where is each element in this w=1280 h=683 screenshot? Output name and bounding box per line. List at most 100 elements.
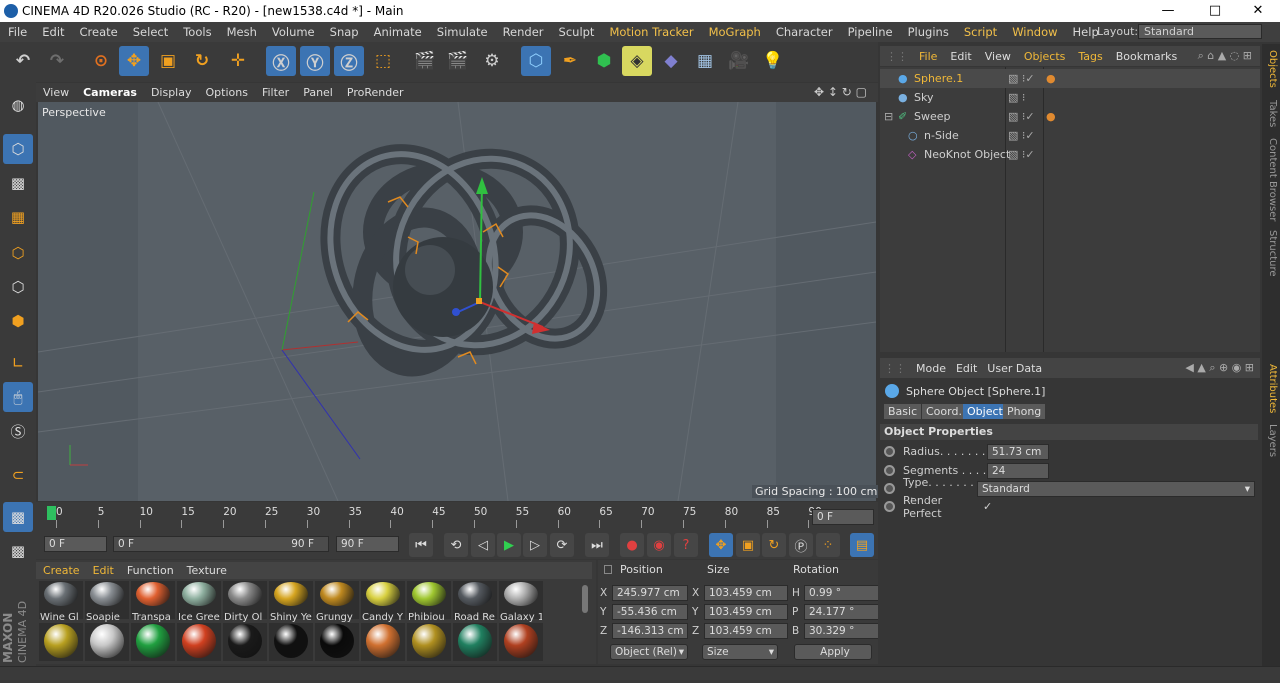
frame-range-slider[interactable]: 0 F 90 F [113, 536, 329, 552]
material-swatch[interactable] [269, 623, 313, 661]
light-object-icon[interactable]: 💡 [758, 46, 788, 76]
redo-icon[interactable]: ↷ [42, 46, 72, 76]
pen-spline-icon[interactable]: ✒ [555, 46, 585, 76]
move-tool-icon[interactable]: ✥ [119, 46, 149, 76]
next-frame-icon[interactable]: ▷ [523, 533, 547, 557]
3d-viewport[interactable] [38, 102, 876, 501]
end-frame-field[interactable]: 90 F [336, 536, 399, 552]
subdivision-surface-icon[interactable]: ⬢ [589, 46, 619, 76]
side-tab-layers[interactable]: Layers [1264, 424, 1278, 457]
visibility-toggle[interactable]: ▧ ⁝✓ [1008, 110, 1035, 123]
objects-menu-file[interactable]: File [914, 50, 945, 63]
visibility-toggle[interactable]: ▧ ⁝ [1008, 91, 1025, 104]
magnet-icon[interactable]: ⊂ [3, 460, 33, 490]
menu-select[interactable]: Select [125, 25, 175, 39]
menu-character[interactable]: Character [768, 25, 840, 39]
object-row-sphere[interactable]: ● Sphere.1 ▧ ⁝✓ ● [880, 69, 1260, 88]
render-picture-viewer-icon[interactable]: 🎬 [443, 46, 473, 76]
menu-script[interactable]: Script [956, 25, 1004, 39]
search-icon[interactable]: ⌕ ⌂ ▲ ◌ ⊞ [1193, 49, 1260, 63]
material-menu-texture[interactable]: Texture [180, 564, 233, 577]
record-parameter-icon[interactable]: Ⓟ [789, 533, 813, 557]
viewport-nav-icons[interactable]: ✥ ↕ ↻ ▢ [814, 85, 867, 99]
objects-menu-tags[interactable]: Tags [1073, 50, 1110, 63]
gizmo-center[interactable] [476, 298, 482, 304]
material-swatch[interactable] [177, 623, 221, 661]
menu-motion-tracker[interactable]: Motion Tracker [601, 25, 700, 39]
transform-tool-icon[interactable]: ✛ [223, 46, 253, 76]
maximize-button[interactable]: □ [1193, 1, 1237, 21]
keyframe-selection-icon[interactable]: ? [674, 533, 698, 557]
play-forward-icon[interactable]: ▶ [497, 533, 521, 557]
menu-animate[interactable]: Animate [366, 25, 429, 39]
material-menu-edit[interactable]: Edit [86, 564, 120, 577]
side-tab-attributes[interactable]: Attributes [1264, 364, 1278, 413]
attr-menu-edit[interactable]: Edit [952, 362, 983, 375]
material-menu-create[interactable]: Create [36, 564, 86, 577]
material-swatch[interactable]: Phibiou [407, 581, 451, 623]
rotation-h-field[interactable]: 0.99 ° [804, 585, 880, 601]
material-menu-function[interactable]: Function [120, 564, 180, 577]
coord-mode-select[interactable]: Object (Rel) ▾ [610, 644, 688, 660]
render-settings-icon[interactable]: ⚙ [477, 46, 507, 76]
y-axis-lock-icon[interactable]: Ⓨ [300, 46, 330, 76]
size-x-field[interactable]: 103.459 cm [704, 585, 788, 601]
menu-edit[interactable]: Edit [34, 25, 71, 39]
record-scale-icon[interactable]: ▣ [736, 533, 760, 557]
object-row-nside[interactable]: ○ n-Side ▧ ⁝✓ [880, 126, 1260, 145]
menu-mograph[interactable]: MoGraph [701, 25, 768, 39]
object-row-sweep[interactable]: ⊟ ✐ Sweep ▧ ⁝✓ ● [880, 107, 1260, 126]
material-swatch[interactable] [39, 623, 83, 661]
menu-render[interactable]: Render [495, 25, 551, 39]
side-tab-objects[interactable]: Objects [1264, 50, 1278, 88]
radius-field[interactable]: 51.73 cm [987, 443, 1049, 460]
material-swatch[interactable] [315, 623, 359, 661]
gizmo-z-handle[interactable] [452, 308, 460, 316]
size-mode-select[interactable]: Size ▾ [702, 644, 778, 660]
animate-dot-icon[interactable] [884, 483, 895, 494]
visibility-toggle[interactable]: ▧ ⁝✓ [1008, 72, 1035, 85]
material-swatch[interactable]: Ice Gree [177, 581, 221, 623]
go-to-end-icon[interactable]: ⏭ [585, 533, 609, 557]
objects-menu-bookmarks[interactable]: Bookmarks [1111, 50, 1185, 63]
rotate-tool-icon[interactable]: ↻ [187, 46, 217, 76]
tweak-mode-icon[interactable]: 🖱 [3, 382, 33, 412]
position-x-field[interactable]: 245.977 cm [612, 585, 688, 601]
material-swatch[interactable]: Grungy [315, 581, 359, 623]
workplane-mode-icon[interactable]: ▦ [3, 202, 33, 232]
workplane-lock-icon[interactable]: ▩ [3, 502, 33, 532]
attr-menu-user-data[interactable]: User Data [983, 362, 1048, 375]
live-selection-icon[interactable]: ⊙ [86, 46, 116, 76]
attr-nav-icons[interactable]: ◀ ▲ ⌕ ⊕ ◉ ⊞ [1181, 361, 1260, 375]
material-swatch[interactable] [223, 623, 267, 661]
material-swatch[interactable]: Road Re [453, 581, 497, 623]
undo-icon[interactable]: ↶ [8, 46, 38, 76]
rotation-b-field[interactable]: 30.329 ° [804, 623, 880, 639]
animate-dot-icon[interactable] [884, 501, 895, 512]
model-mode-icon[interactable]: ⬡ [3, 134, 33, 164]
viewport-menu-options[interactable]: Options [198, 86, 254, 99]
animate-dot-icon[interactable] [884, 465, 895, 476]
start-frame-field[interactable]: 0 F [44, 536, 107, 552]
viewport-menu-view[interactable]: View [36, 86, 76, 99]
next-key-icon[interactable]: ⟳ [550, 533, 574, 557]
material-swatch[interactable]: Candy Y [361, 581, 405, 623]
tab-basic[interactable]: Basic [884, 404, 922, 419]
viewport-menu-prorender[interactable]: ProRender [340, 86, 411, 99]
material-swatch[interactable]: Soapie [85, 581, 129, 623]
viewport-menu-panel[interactable]: Panel [296, 86, 340, 99]
menu-pipeline[interactable]: Pipeline [840, 25, 900, 39]
segments-field[interactable]: 24 [987, 462, 1049, 479]
menu-snap[interactable]: Snap [322, 25, 366, 39]
record-position-icon[interactable]: ✥ [709, 533, 733, 557]
material-swatch[interactable] [131, 623, 175, 661]
layout-select[interactable]: Standard [1138, 24, 1262, 39]
edges-mode-icon[interactable]: ⬡ [3, 272, 33, 302]
menu-plugins[interactable]: Plugins [900, 25, 956, 39]
current-frame-field[interactable]: 0 F [812, 509, 874, 525]
record-point-level-icon[interactable]: ⁘ [816, 533, 840, 557]
object-row-sky[interactable]: ● Sky ▧ ⁝ [880, 88, 1260, 107]
tab-coord[interactable]: Coord. [922, 404, 966, 419]
grid-snap-icon[interactable]: ▩ [3, 536, 33, 566]
tab-object[interactable]: Object [963, 404, 1007, 419]
